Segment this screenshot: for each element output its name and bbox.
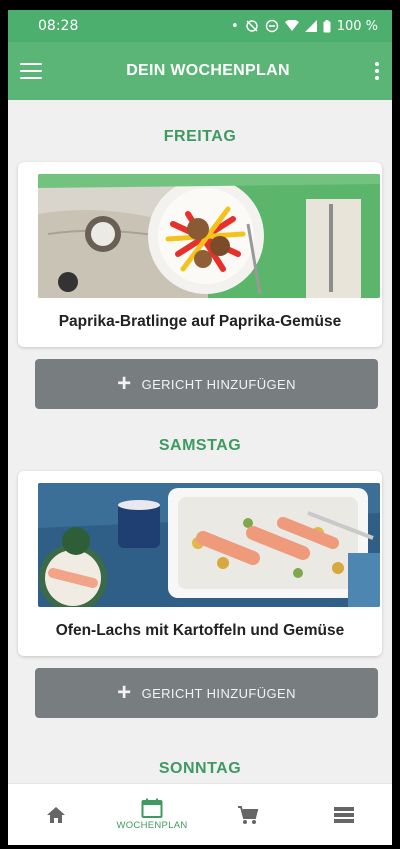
status-time: 08:28 (38, 18, 79, 34)
calendar-icon (141, 798, 163, 818)
status-bar: 08:28 • 100 % (8, 10, 392, 42)
wifi-icon (284, 20, 299, 31)
meal-name-saturday: Ofen-Lachs mit Kartoffeln und Gemüse (55, 622, 345, 639)
nav-item-wochenplan[interactable]: WOCHENPLAN (112, 798, 192, 831)
status-icons: • 100 % (231, 19, 378, 34)
day-heading-sunday: SONNTAG (158, 760, 242, 777)
meal-card-saturday[interactable]: Ofen-Lachs mit Kartoffeln und Gemüse (18, 471, 382, 656)
add-meal-label: GERICHT HINZUFÜGEN (141, 685, 296, 701)
day-heading-friday: FREITAG (163, 128, 237, 145)
add-meal-button-friday[interactable]: + GERICHT HINZUFÜGEN (35, 359, 378, 409)
nav-item-home[interactable] (16, 806, 96, 824)
alarm-off-icon (245, 20, 258, 32)
hamburger-menu-icon[interactable] (20, 63, 42, 79)
cart-icon (238, 805, 259, 824)
page-title: DEIN WOCHENPLAN (126, 62, 290, 79)
notification-dot: • (231, 18, 239, 34)
signal-icon (304, 20, 317, 32)
meal-card-friday[interactable]: Paprika-Bratlinge auf Paprika-Gemüse (18, 162, 382, 347)
app-bar: DEIN WOCHENPLAN (8, 42, 392, 100)
plus-icon: + (117, 370, 132, 397)
do-not-disturb-icon (265, 19, 278, 33)
meal-image-friday (38, 174, 380, 298)
meal-name-friday: Paprika-Bratlinge auf Paprika-Gemüse (58, 313, 342, 330)
list-icon (334, 806, 354, 823)
more-vertical-icon[interactable] (374, 62, 380, 80)
meal-image-saturday (38, 483, 380, 607)
weekplan-list[interactable]: FREITAG Paprika-Bratlinge auf Paprika-Ge… (8, 100, 392, 783)
nav-item-cart[interactable] (208, 805, 288, 825)
battery-icon (323, 19, 331, 32)
add-meal-label: GERICHT HINZUFÜGEN (141, 376, 296, 392)
battery-percent: 100 % (336, 18, 378, 34)
day-heading-saturday: SAMSTAG (158, 437, 242, 454)
home-icon (47, 806, 65, 823)
add-meal-button-saturday[interactable]: + GERICHT HINZUFÜGEN (35, 668, 378, 718)
phone-screen: 08:28 • 100 % DEIN WOCHENPLAN FREITAG Pa… (8, 10, 392, 845)
nav-item-list[interactable] (304, 806, 384, 824)
plus-icon: + (117, 679, 132, 706)
nav-label-wochenplan: WOCHENPLAN (116, 820, 188, 831)
bottom-navigation: WOCHENPLAN (8, 783, 392, 845)
